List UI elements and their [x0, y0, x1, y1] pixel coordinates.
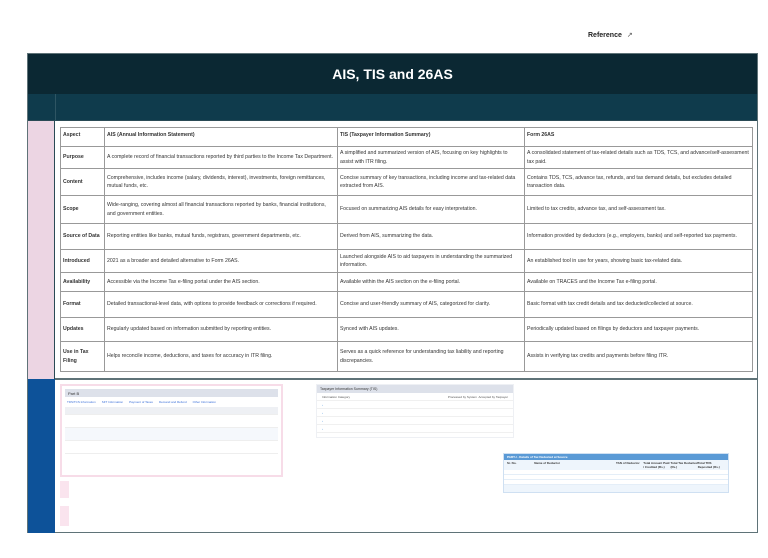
header-cell: Aspect: [60, 127, 105, 147]
aspect-cell: Availability: [60, 272, 105, 292]
comparison-card: AIS, TIS and 26AS Aspect AIS (Annual Inf…: [27, 53, 758, 533]
table-cell: A complete record of financial transacti…: [104, 146, 338, 169]
section-divider: [55, 378, 758, 380]
side-strip-pink: [28, 121, 55, 379]
tis-title: Taxpayer Information Summary (TIS): [317, 385, 513, 393]
header-band: [28, 94, 757, 121]
header-cell: Form 26AS: [524, 127, 753, 147]
chevron-right-icon: ›: [322, 403, 323, 407]
ais-tab: Payment of Taxes: [129, 400, 153, 404]
table-header-row: Aspect AIS (Annual Information Statement…: [60, 127, 753, 147]
table-row: Format Detailed transactional-level data,…: [60, 291, 753, 318]
aspect-cell: Scope: [60, 195, 105, 224]
tis-row: ›: [317, 417, 513, 425]
table-cell: Derived from AIS, summarizing the data.: [337, 223, 525, 250]
table-body: Purpose A complete record of financial tr…: [60, 146, 753, 372]
ais-tab: SFT Information: [101, 400, 124, 404]
table-row: Availability Accessible via the Income Ta…: [60, 272, 753, 292]
table-cell: Accessible via the Income Tax e-filing p…: [104, 272, 338, 292]
header-cell: AIS (Annual Information Statement): [104, 127, 338, 147]
tds-col: Name of Deductor: [534, 461, 561, 465]
tds-col: TAN of Deductor: [616, 461, 640, 465]
ais-screenshot: Part B TDS/TCS Information SFT Informati…: [60, 384, 283, 477]
tds-col: Total Amount Paid / Credited (Rs.): [643, 461, 670, 469]
chevron-right-icon: ›: [322, 411, 323, 415]
table-cell: Concise summary of key transactions, inc…: [337, 168, 525, 196]
table-cell: Assists in verifying tax credits and pay…: [524, 341, 753, 372]
table-row: Use in Tax Filing Helps reconcile income,…: [60, 341, 753, 372]
table-row: Introduced 2021 as a broader and detailed…: [60, 249, 753, 273]
tds-col: Total Tax Deducted (Rs.): [670, 461, 698, 469]
tis-screenshot: Taxpayer Information Summary (TIS) Infor…: [316, 384, 514, 438]
table-cell: Available on TRACES and the Income Tax e…: [524, 272, 753, 292]
table-cell: Reporting entities like banks, mutual fu…: [104, 223, 338, 250]
table-cell: Wide-ranging, covering almost all financ…: [104, 195, 338, 224]
aspect-cell: Source of Data: [60, 223, 105, 250]
table-cell: Periodically updated based on filings by…: [524, 317, 753, 342]
tis-row: ›: [317, 409, 513, 417]
table-cell: Contains TDS, TCS, advance tax, refunds,…: [524, 168, 753, 196]
table-cell: Launched alongside AIS to aid taxpayers …: [337, 249, 525, 273]
tis-col: Accepted by Taxpayer: [478, 395, 508, 399]
aspect-cell: Updates: [60, 317, 105, 342]
tis-col: Processed by System: [447, 395, 477, 399]
placeholder-block: [60, 506, 69, 526]
ais-row: [65, 428, 278, 441]
tis-row: ›: [317, 401, 513, 409]
table-cell: A simplified and summarized version of A…: [337, 146, 525, 169]
ais-row: [65, 441, 278, 454]
table-cell: Synced with AIS updates.: [337, 317, 525, 342]
comparison-table: Aspect AIS (Annual Information Statement…: [60, 127, 753, 372]
table-cell: 2021 as a broader and detailed alternati…: [104, 249, 338, 273]
chevron-right-icon: ›: [322, 427, 323, 431]
table-row: Updates Regularly updated based on inform…: [60, 317, 753, 342]
tds-header-row: Sr. No. Name of Deductor TAN of Deductor…: [504, 460, 728, 470]
table-cell: Limited to tax credits, advance tax, and…: [524, 195, 753, 224]
band-divider: [55, 94, 56, 121]
side-strip-blue: [28, 379, 55, 533]
tds-screenshot: PART-I - Details of Tax Deducted at Sour…: [503, 453, 729, 493]
table-cell: Basic format with tax credit details and…: [524, 291, 753, 318]
table-cell: An established tool in use for years, sh…: [524, 249, 753, 273]
reference-label: Reference: [588, 32, 622, 39]
table-cell: Helps reconcile income, deductions, and …: [104, 341, 338, 372]
tds-row: [504, 480, 728, 485]
aspect-cell: Purpose: [60, 146, 105, 169]
tds-col: Sr. No.: [507, 461, 517, 465]
ais-tab: Demand and Refund: [158, 400, 187, 404]
header-cell: TIS (Taxpayer Information Summary): [337, 127, 525, 147]
table-cell: Information provided by deductors (e.g.,…: [524, 223, 753, 250]
aspect-cell: Content: [60, 168, 105, 196]
external-link-icon: ↗: [626, 32, 633, 39]
table-cell: Regularly updated based on information s…: [104, 317, 338, 342]
table-cell: A consolidated statement of tax-related …: [524, 146, 753, 169]
tds-col: Total TDS Deposited (Rs.): [697, 461, 720, 469]
tis-row: ›: [317, 425, 513, 433]
table-cell: Comprehensive, includes income (salary, …: [104, 168, 338, 196]
ais-tabs: TDS/TCS Information SFT Information Paym…: [65, 397, 278, 407]
table-row: Content Comprehensive, includes income (s…: [60, 168, 753, 196]
ais-row: [65, 415, 278, 428]
ais-tab: TDS/TCS Information: [67, 400, 96, 404]
ais-header-row: [65, 407, 278, 415]
table-cell: Detailed transactional-level data, with …: [104, 291, 338, 318]
aspect-cell: Use in Tax Filing: [60, 341, 105, 372]
table-row: Source of Data Reporting entities like ba…: [60, 223, 753, 250]
table-row: Scope Wide-ranging, covering almost all f…: [60, 195, 753, 224]
ais-tab: Other Information: [192, 400, 216, 404]
page-title: AIS, TIS and 26AS: [28, 54, 757, 94]
placeholder-block: [60, 481, 69, 498]
reference-link[interactable]: Reference ↗: [588, 31, 633, 39]
table-cell: Concise and user-friendly summary of AIS…: [337, 291, 525, 318]
table-cell: Serves as a quick reference for understa…: [337, 341, 525, 372]
table-cell: Focused on summarizing AIS details for e…: [337, 195, 525, 224]
aspect-cell: Format: [60, 291, 105, 318]
table-row: Purpose A complete record of financial tr…: [60, 146, 753, 169]
chevron-right-icon: ›: [322, 419, 323, 423]
ais-title: Part B: [65, 389, 278, 397]
tis-col: Information Category: [322, 395, 351, 399]
aspect-cell: Introduced: [60, 249, 105, 273]
tis-header-row: Information Category Processed by System …: [317, 393, 513, 401]
table-cell: Available within the AIS section on the …: [337, 272, 525, 292]
